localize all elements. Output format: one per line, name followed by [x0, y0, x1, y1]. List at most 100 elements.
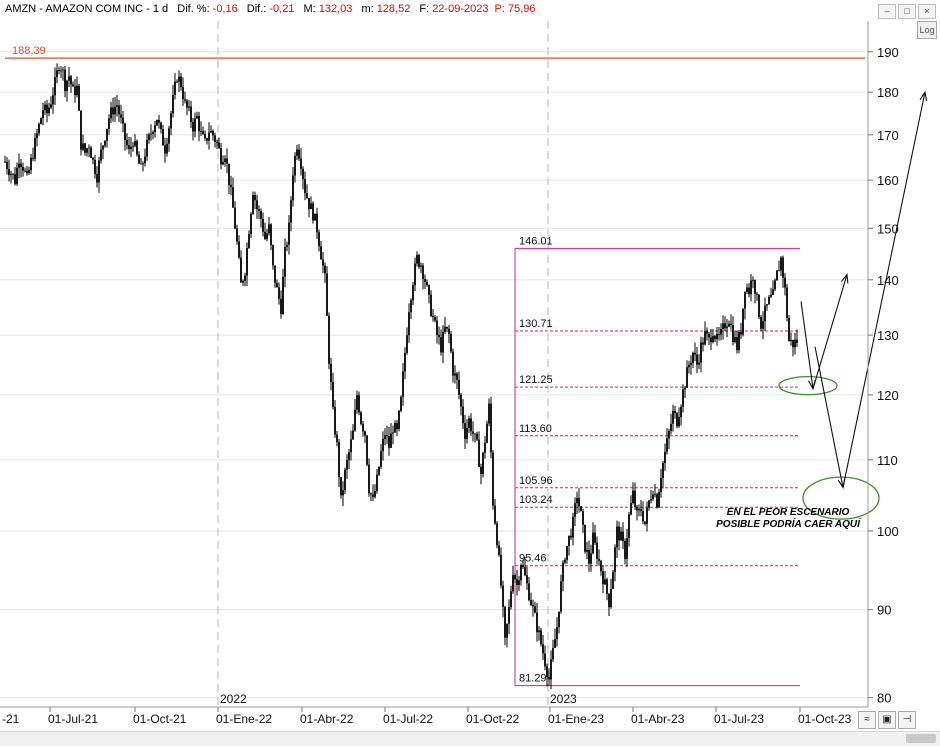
price-candle-body — [152, 132, 154, 134]
price-candle-body — [336, 434, 338, 443]
price-candle-body — [68, 76, 70, 81]
price-candle-body — [642, 510, 644, 522]
price-candle-body — [754, 280, 756, 294]
price-candle-body — [116, 105, 118, 107]
price-candle-body — [562, 562, 564, 582]
price-candle-body — [256, 200, 258, 210]
price-candle-body — [716, 333, 718, 340]
price-candle-body — [62, 69, 64, 71]
price-candle-body — [262, 218, 264, 232]
price-candle-body — [122, 117, 124, 124]
price-candle-body — [420, 265, 422, 267]
price-candle-body — [290, 200, 292, 223]
y-tick-label: 150 — [877, 221, 899, 236]
log-scale-button[interactable]: Log — [917, 21, 937, 39]
price-candle-body — [148, 134, 150, 141]
price-candle-body — [522, 565, 524, 568]
price-candle-body — [730, 323, 732, 325]
price-candle-body — [18, 163, 20, 168]
price-candle-body — [608, 593, 610, 608]
price-candle-body — [540, 630, 542, 645]
price-candle-body — [446, 326, 448, 329]
price-candle-body — [86, 148, 88, 153]
price-candle-body — [646, 507, 648, 524]
year-label: 2022 — [220, 692, 247, 706]
price-candle-body — [24, 170, 26, 172]
price-candle-body — [288, 222, 290, 245]
price-candle-body — [700, 342, 702, 363]
price-candle-body — [660, 478, 662, 492]
price-candle-body — [170, 113, 172, 129]
price-candle-body — [494, 505, 496, 524]
fibonacci-level-label: 113.60 — [519, 423, 552, 435]
scrollbar-thumb[interactable] — [906, 734, 936, 743]
y-tick-label: 180 — [877, 85, 899, 100]
price-candle-body — [564, 559, 566, 563]
price-candle-body — [322, 259, 324, 266]
save-icon[interactable]: ▣ — [878, 711, 896, 729]
price-candle-body — [430, 294, 432, 316]
price-candle-body — [76, 85, 78, 96]
price-candle-body — [312, 203, 314, 221]
price-candle-body — [592, 532, 594, 554]
price-candle-body — [758, 294, 760, 318]
price-candle-body — [680, 406, 682, 418]
price-candle-body — [286, 244, 288, 247]
price-candle-body — [272, 245, 274, 266]
price-candle-body — [468, 418, 470, 429]
price-candle-body — [436, 320, 438, 335]
price-candle-body — [402, 371, 404, 397]
price-candle-body — [296, 149, 298, 156]
price-candle-body — [384, 435, 386, 439]
price-chart: 188,39 146.01 130.71 121.25 113.60 105.96 103.… — [0, 21, 928, 726]
price-candle-body — [356, 395, 358, 410]
price-candle-body — [486, 423, 488, 443]
price-candle-body — [500, 554, 502, 586]
price-candle-body — [64, 69, 66, 92]
price-candle-body — [156, 119, 158, 126]
price-candle-body — [114, 106, 116, 115]
horizontal-scrollbar[interactable] — [0, 731, 940, 746]
price-candle-body — [10, 173, 12, 176]
price-candle-body — [696, 354, 698, 365]
price-candle-body — [792, 339, 794, 348]
pin-icon[interactable]: ⊣ — [898, 711, 916, 729]
y-tick-label: 190 — [877, 45, 899, 60]
price-candle-body — [750, 280, 752, 295]
price-candle-body — [766, 304, 768, 306]
price-candle-body — [546, 666, 548, 678]
price-candle-body — [370, 493, 372, 495]
price-candle-body — [698, 362, 700, 365]
price-candle-body — [788, 318, 790, 342]
price-candle-body — [8, 168, 10, 176]
price-candle-body — [428, 285, 430, 295]
price-candle-body — [242, 280, 244, 283]
price-candle-body — [340, 477, 342, 496]
price-candle-body — [150, 133, 152, 135]
x-tick-label: 01-Oct-22 — [466, 712, 520, 726]
price-candle-body — [132, 145, 134, 147]
price-candle-body — [740, 332, 742, 335]
year-label: 2023 — [550, 692, 577, 706]
price-candle-body — [138, 154, 140, 164]
price-candle-body — [44, 104, 46, 111]
price-candle-body — [704, 331, 706, 345]
price-candle-body — [496, 523, 498, 546]
price-candle-body — [686, 367, 688, 388]
price-candle-body — [376, 474, 378, 492]
price-candle-body — [338, 442, 340, 478]
price-candle-body — [768, 296, 770, 305]
price-candle-body — [774, 280, 776, 290]
price-candle-body — [556, 627, 558, 640]
price-candle-body — [426, 281, 428, 286]
price-candle-body — [188, 106, 190, 108]
price-candle-body — [658, 491, 660, 508]
wave-icon[interactable]: ≈ — [858, 711, 876, 729]
price-candle-body — [154, 125, 156, 133]
price-candle-body — [284, 246, 286, 277]
price-candle-body — [464, 423, 466, 439]
price-candle-body — [794, 339, 796, 348]
chart-toolbar: ≈ ▣ ⊣ — [858, 709, 918, 729]
price-candle-body — [628, 514, 630, 539]
y-tick-label: 100 — [877, 524, 899, 539]
